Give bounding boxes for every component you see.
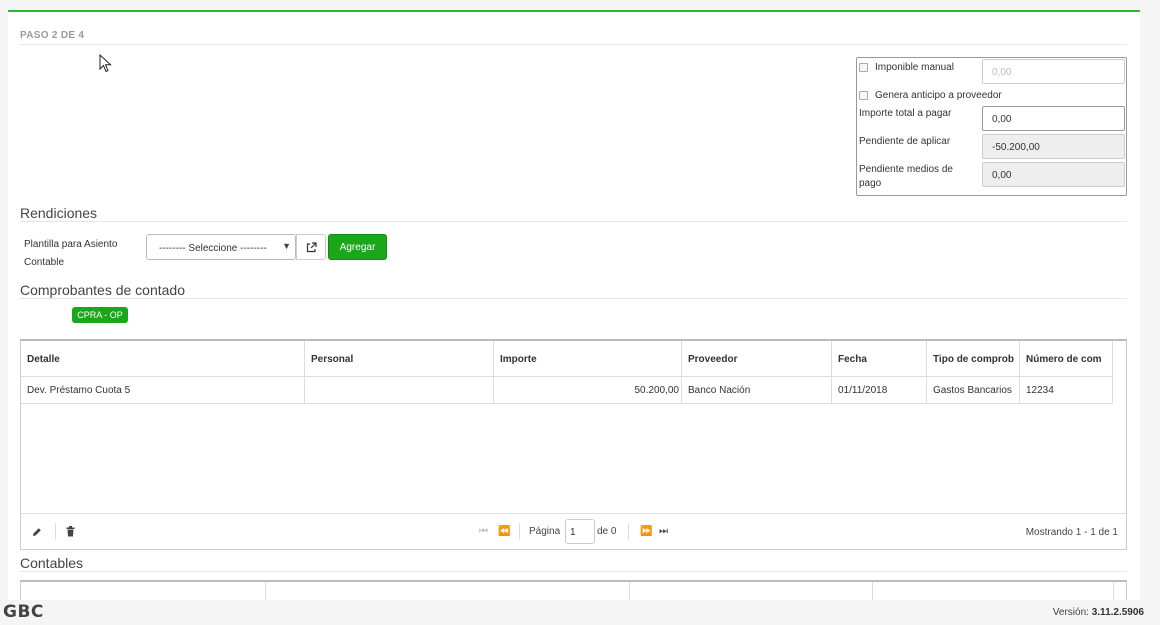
column-header-importe[interactable]: Importe [494, 341, 682, 377]
cell-proveedor: Banco Nación [682, 377, 832, 404]
cpra-op-tag[interactable]: CPRA - OP [72, 307, 128, 323]
version-value: 3.11.2.5906 [1091, 607, 1144, 618]
divider [20, 44, 1127, 45]
cell-importe: 50.200,00 [494, 377, 682, 404]
column-header-numero[interactable]: Número de com [1020, 341, 1113, 377]
cell-tipo: Gastos Bancarios [927, 377, 1020, 404]
genera-anticipo-checkbox[interactable] [859, 91, 868, 100]
column-header-detalle[interactable]: Detalle [21, 341, 305, 377]
open-plantilla-button[interactable] [296, 234, 326, 260]
comprobantes-title: Comprobantes de contado [20, 282, 185, 298]
column-header-fecha[interactable]: Fecha [832, 341, 927, 377]
divider [20, 571, 1127, 572]
column-header-proveedor[interactable]: Proveedor [682, 341, 832, 377]
grid-header: Detalle Personal Importe Proveedor Fecha… [21, 341, 1113, 377]
pendiente-aplicar-input: -50.200,00 [982, 134, 1125, 159]
cursor-icon [99, 54, 112, 73]
cell-personal [305, 377, 494, 404]
rendiciones-title: Rendiciones [20, 205, 98, 221]
cell-numero: 12234 [1020, 377, 1113, 404]
payment-summary-box: Imponible manual 0,00 Genera anticipo a … [856, 57, 1127, 196]
plantilla-select-value: -------- Seleccione -------- [159, 243, 267, 254]
cell-fecha: 01/11/2018 [832, 377, 927, 404]
column-header-tipo[interactable]: Tipo de comprob [927, 341, 1020, 377]
grid-pager: ⏮ ⏪ Página 1 de 0 ⏩ ⏭ Mostrando 1 - 1 de… [21, 513, 1126, 549]
cell-detalle: Dev. Préstamo Cuota 5 [21, 377, 305, 404]
page-label: Página [529, 526, 561, 537]
pendiente-medios-label: Pendiente medios de pago [859, 164, 953, 189]
plantilla-label: Plantilla para Asiento Contable [24, 239, 118, 268]
divider [20, 221, 1127, 222]
first-page-icon[interactable]: ⏮ [479, 526, 488, 537]
comprobantes-grid: Detalle Personal Importe Proveedor Fecha… [20, 339, 1127, 550]
contables-grid [20, 580, 1127, 600]
imponible-manual-checkbox[interactable] [859, 63, 868, 72]
table-row[interactable]: Dev. Préstamo Cuota 5 50.200,00 Banco Na… [21, 377, 1113, 404]
page-number-input[interactable]: 1 [565, 519, 595, 544]
step-label: PASO 2 DE 4 [20, 30, 85, 41]
version-label: Versión: [1052, 607, 1089, 618]
prev-page-icon[interactable]: ⏪ [498, 526, 510, 537]
last-page-icon[interactable]: ⏭ [659, 526, 668, 537]
next-page-icon[interactable]: ⏩ [640, 526, 652, 537]
external-link-icon [306, 241, 317, 252]
divider [20, 298, 1127, 299]
gbc-logo: GBC [3, 602, 44, 622]
trash-icon[interactable] [66, 526, 75, 537]
imponible-manual-label: Imponible manual [875, 62, 954, 73]
main-panel: PASO 2 DE 4 Imponible manual 0,00 Genera… [8, 10, 1140, 600]
showing-records-text: Mostrando 1 - 1 de 1 [1025, 527, 1118, 538]
column-header-personal[interactable]: Personal [305, 341, 494, 377]
importe-total-input[interactable]: 0,00 [982, 106, 1125, 131]
contables-title: Contables [20, 555, 84, 571]
chevron-down-icon: ▼ [282, 241, 291, 251]
pendiente-medios-input: 0,00 [982, 162, 1125, 187]
page-of-label: de 0 [597, 526, 617, 537]
importe-total-label: Importe total a pagar [859, 108, 952, 119]
edit-icon[interactable] [32, 527, 42, 537]
imponible-manual-input[interactable]: 0,00 [982, 59, 1125, 84]
version-text: Versión: 3.11.2.5906 [1053, 607, 1144, 618]
genera-anticipo-label: Genera anticipo a proveedor [875, 90, 1002, 101]
pendiente-aplicar-label: Pendiente de aplicar [859, 136, 951, 147]
agregar-button[interactable]: Agregar [328, 234, 387, 260]
plantilla-select[interactable]: -------- Seleccione -------- ▼ [146, 234, 296, 260]
